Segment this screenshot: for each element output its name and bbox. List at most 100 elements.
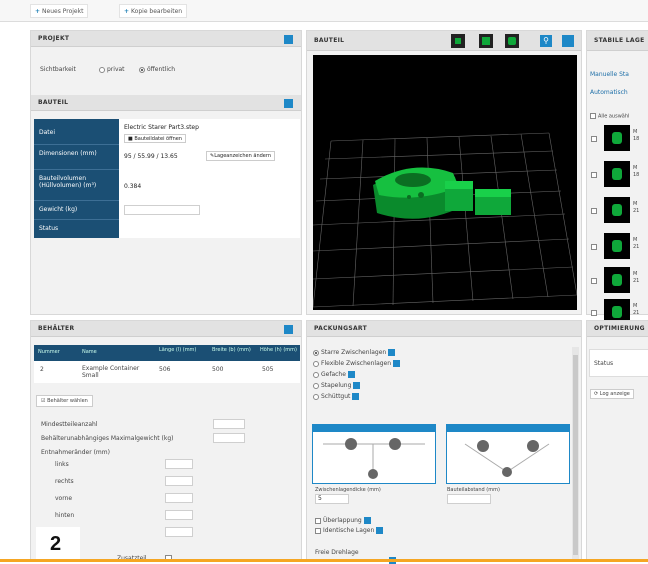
flexible-layers-diagram — [464, 440, 550, 477]
info-icon[interactable] — [388, 349, 396, 356]
max-weight-input[interactable] — [213, 433, 245, 443]
bauteil-form-header: BAUTEIL — [31, 95, 301, 111]
packing-option-radio[interactable]: Gefache — [313, 371, 355, 378]
stable-position-thumbnail[interactable] — [604, 197, 630, 223]
margin-input-3[interactable] — [165, 510, 193, 520]
stabile-header: STABILE LAGE — [587, 31, 648, 51]
part-preview-icon — [612, 240, 622, 252]
identical-checkbox[interactable]: Identische Lagen — [315, 527, 384, 534]
new-project-button[interactable]: + Neues Projekt — [30, 4, 89, 18]
table-cell-hoehe: 505 — [262, 366, 274, 373]
margin-input-0[interactable] — [165, 459, 193, 469]
stable-position-checkbox[interactable] — [591, 136, 597, 142]
part-preview-icon — [612, 168, 622, 180]
radio-icon — [313, 393, 319, 400]
view-side-icon[interactable] — [479, 34, 493, 48]
part-preview-icon — [612, 204, 622, 216]
info-icon[interactable] — [363, 517, 371, 524]
distance-input[interactable] — [447, 494, 491, 504]
divider — [34, 144, 119, 145]
info-icon[interactable] — [353, 382, 361, 389]
plus-icon: + — [124, 8, 130, 15]
manual-link[interactable]: Manuelle Sta — [590, 71, 629, 78]
info-icon[interactable] — [284, 325, 293, 334]
thickness-input[interactable]: 5 — [315, 494, 349, 504]
select-container-button[interactable]: ☑ Behälter wählen — [36, 395, 93, 407]
stable-position-checkbox[interactable] — [591, 278, 597, 284]
volume-value: 0.384 — [124, 183, 142, 190]
info-icon[interactable] — [284, 35, 293, 44]
info-icon[interactable] — [393, 360, 401, 367]
col-name: Name — [82, 349, 97, 355]
public-radio[interactable]: öffentlich — [139, 66, 175, 73]
margin-input-2[interactable] — [165, 493, 193, 503]
private-radio[interactable]: privat — [99, 66, 125, 73]
packing-option-radio[interactable]: Flexible Zwischenlagen — [313, 360, 401, 367]
divider — [34, 219, 119, 220]
weight-input[interactable] — [124, 205, 200, 215]
select-all-checkbox[interactable]: Alle auswähl — [590, 113, 629, 120]
stable-position-thumbnail[interactable] — [604, 125, 630, 151]
figure-number: 2 — [50, 533, 62, 555]
stable-position-checkbox[interactable] — [591, 310, 597, 316]
stable-position-thumbnail[interactable] — [604, 233, 630, 259]
scrollbar-thumb[interactable] — [573, 355, 578, 555]
diagram-header — [447, 425, 569, 432]
col-nummer: Nummer — [38, 349, 60, 355]
behaelter-pane: BEHÄLTER Nummer Name Länge (l) (mm) Brei… — [30, 320, 302, 562]
col-breite: Breite (b) (mm) — [212, 347, 251, 353]
status-label: Status — [594, 360, 614, 367]
3d-viewport[interactable] — [313, 55, 577, 310]
automatic-link[interactable]: Automatisch — [590, 89, 628, 96]
row-label-status: Status — [39, 225, 59, 232]
stable-position-checkbox[interactable] — [591, 244, 597, 250]
stable-position-checkbox[interactable] — [591, 172, 597, 178]
radio-icon — [313, 371, 319, 378]
table-cell-breite: 500 — [212, 366, 224, 373]
diagram-flexible[interactable] — [446, 424, 570, 484]
log-button[interactable]: ⟳ Log anzeige — [590, 389, 634, 399]
info-icon[interactable] — [347, 371, 355, 378]
packing-option-radio[interactable]: Stapelung — [313, 382, 361, 389]
edit-copy-button[interactable]: + Kopie bearbeiten — [119, 4, 188, 18]
margin-input-1[interactable] — [165, 476, 193, 486]
change-orientation-button[interactable]: ✎Lageanzeichen ändern — [206, 151, 275, 161]
packing-option-radio[interactable]: Schüttgut — [313, 393, 360, 400]
overlap-checkbox[interactable]: Überlappung — [315, 517, 371, 524]
file-name: Electric Starer Part3.step — [124, 124, 199, 131]
open-file-button[interactable]: ■ Bauteildatei öffnen — [124, 134, 186, 143]
margin-label-1: rechts — [55, 478, 74, 485]
row-label-datei: Datei — [39, 129, 56, 136]
diagram-rigid[interactable] — [312, 424, 436, 484]
part-preview-icon — [612, 274, 622, 286]
rigid-layers-diagram — [323, 438, 425, 479]
optimierung-header: OPTIMIERUNG — [587, 321, 648, 337]
margin-input-4[interactable] — [165, 527, 193, 537]
part-preview-icon — [612, 132, 622, 144]
info-icon[interactable] — [562, 35, 574, 47]
info-icon[interactable] — [284, 99, 293, 108]
divider — [34, 169, 119, 170]
margin-label-2: vorne — [55, 495, 73, 502]
max-weight-label: Behälterunabhängiges Maximalgewicht (kg) — [41, 435, 174, 442]
view-iso-icon[interactable] — [505, 34, 519, 48]
stable-position-label: M 21 — [633, 201, 640, 214]
table-cell-laenge: 506 — [159, 366, 171, 373]
packing-option-radio[interactable]: Starre Zwischenlagen — [313, 349, 396, 356]
visibility-label: Sichtbarkeit — [40, 66, 76, 73]
status-box: Status — [589, 349, 648, 377]
stable-position-checkbox[interactable] — [591, 208, 597, 214]
plus-icon: + — [35, 8, 41, 15]
min-count-input[interactable] — [213, 419, 245, 429]
radio-icon — [99, 66, 105, 73]
info-icon[interactable] — [376, 527, 384, 534]
search-icon[interactable]: ⚲ — [540, 35, 552, 47]
bauteil-table: Datei Dimensionen (mm) Bauteilvolumen (H… — [34, 119, 300, 238]
info-icon[interactable] — [352, 393, 360, 400]
stable-position-thumbnail[interactable] — [604, 161, 630, 187]
scrollbar[interactable] — [572, 347, 579, 561]
view-front-icon[interactable] — [451, 34, 465, 48]
row-label-gewicht: Gewicht (kg) — [39, 206, 78, 213]
stable-position-thumbnail[interactable] — [604, 267, 630, 293]
figure-number-badge: 2 — [36, 527, 80, 561]
